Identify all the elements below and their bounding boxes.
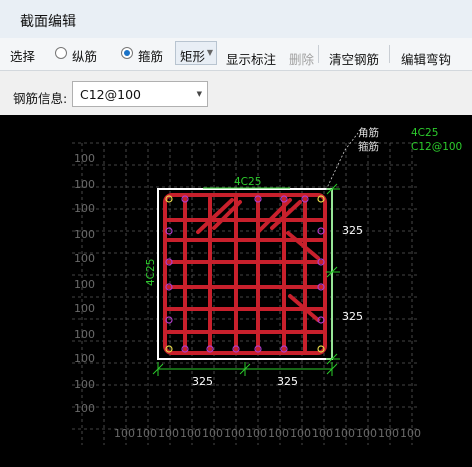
shape-dropdown-label: 矩形 bbox=[180, 49, 206, 64]
grid-label: 100 bbox=[268, 427, 289, 440]
right-dim-bottom: 325 bbox=[342, 310, 363, 323]
section-edit-window: 截面编辑 选择 纵筋 箍筋 矩形 ▼ 显示标注 删除 清空钢筋 编辑弯钩 钢筋信… bbox=[0, 0, 472, 467]
grid-label: 100 bbox=[74, 252, 95, 265]
grid-label: 100 bbox=[74, 278, 95, 291]
shape-dropdown[interactable]: 矩形 ▼ bbox=[175, 41, 217, 65]
grid-label: 100 bbox=[378, 427, 399, 440]
legend-corner-value: 4C25 bbox=[411, 127, 438, 139]
grid-label: 100 bbox=[180, 427, 201, 440]
grid-label: 100 bbox=[114, 427, 135, 440]
grid-label: 100 bbox=[74, 228, 95, 241]
bottom-dim-right: 325 bbox=[277, 375, 298, 388]
toolbar-separator bbox=[318, 45, 319, 63]
rebar-info-select[interactable]: C12@100 ▼ bbox=[72, 81, 208, 107]
show-annotation-button[interactable]: 显示标注 bbox=[226, 49, 276, 68]
right-dim-top: 325 bbox=[342, 224, 363, 237]
grid-label: 100 bbox=[74, 352, 95, 365]
rebar-info-label: 钢筋信息: bbox=[13, 91, 68, 106]
grid-label: 100 bbox=[74, 328, 95, 341]
grid-label: 100 bbox=[74, 402, 95, 415]
grid-label: 100 bbox=[400, 427, 421, 440]
rebar-stirrups[interactable] bbox=[163, 193, 327, 355]
grid-label: 100 bbox=[74, 378, 95, 391]
clear-rebar-button[interactable]: 清空钢筋 bbox=[329, 49, 379, 68]
grid-label: 100 bbox=[158, 427, 179, 440]
grid-label: 100 bbox=[290, 427, 311, 440]
grid-label: 100 bbox=[246, 427, 267, 440]
longitudinal-radio[interactable] bbox=[55, 47, 67, 59]
grid-label: 100 bbox=[202, 427, 223, 440]
grid-label: 100 bbox=[334, 427, 355, 440]
legend-stirrup-value: C12@100 bbox=[411, 141, 462, 153]
chevron-down-icon: ▼ bbox=[206, 48, 213, 57]
dimension-lines bbox=[152, 183, 340, 376]
top-bar-label[interactable]: 4C25 bbox=[234, 176, 261, 188]
grid-label: 100 bbox=[312, 427, 333, 440]
rebar-info-bar: 钢筋信息: bbox=[0, 71, 472, 115]
window-title: 截面编辑 bbox=[20, 14, 76, 30]
section-canvas[interactable]: 100100100100100100100100100100100100 100 1… bbox=[0, 115, 472, 467]
toolbar-separator bbox=[389, 45, 390, 63]
legend-leader-line bbox=[325, 132, 359, 191]
legend-corner-label: 角筋 bbox=[358, 126, 379, 139]
rebar-info-value: C12@100 bbox=[80, 87, 141, 102]
grid-label: 100 bbox=[74, 202, 95, 215]
bottom-dim-left: 325 bbox=[192, 375, 213, 388]
grid-label: 100 bbox=[74, 152, 95, 165]
title-bar: 截面编辑 bbox=[0, 0, 472, 39]
stirrup-radio[interactable] bbox=[121, 47, 133, 59]
edit-hook-button[interactable]: 编辑弯钩 bbox=[401, 49, 451, 68]
legend-stirrup-label: 箍筋 bbox=[358, 140, 379, 153]
stirrup-label[interactable]: 箍筋 bbox=[138, 46, 163, 65]
select-tool-button[interactable]: 选择 bbox=[10, 46, 35, 65]
grid-label: 100 bbox=[74, 178, 95, 191]
longitudinal-label[interactable]: 纵筋 bbox=[72, 46, 97, 65]
grid-label: 100 bbox=[356, 427, 377, 440]
chevron-down-icon: ▼ bbox=[196, 90, 202, 98]
delete-button[interactable]: 删除 bbox=[289, 49, 314, 68]
grid-label: 100 bbox=[136, 427, 157, 440]
grid-label: 100 bbox=[224, 427, 245, 440]
grid-label: 100 bbox=[74, 302, 95, 315]
left-bar-label[interactable]: 4C25 bbox=[145, 259, 157, 286]
